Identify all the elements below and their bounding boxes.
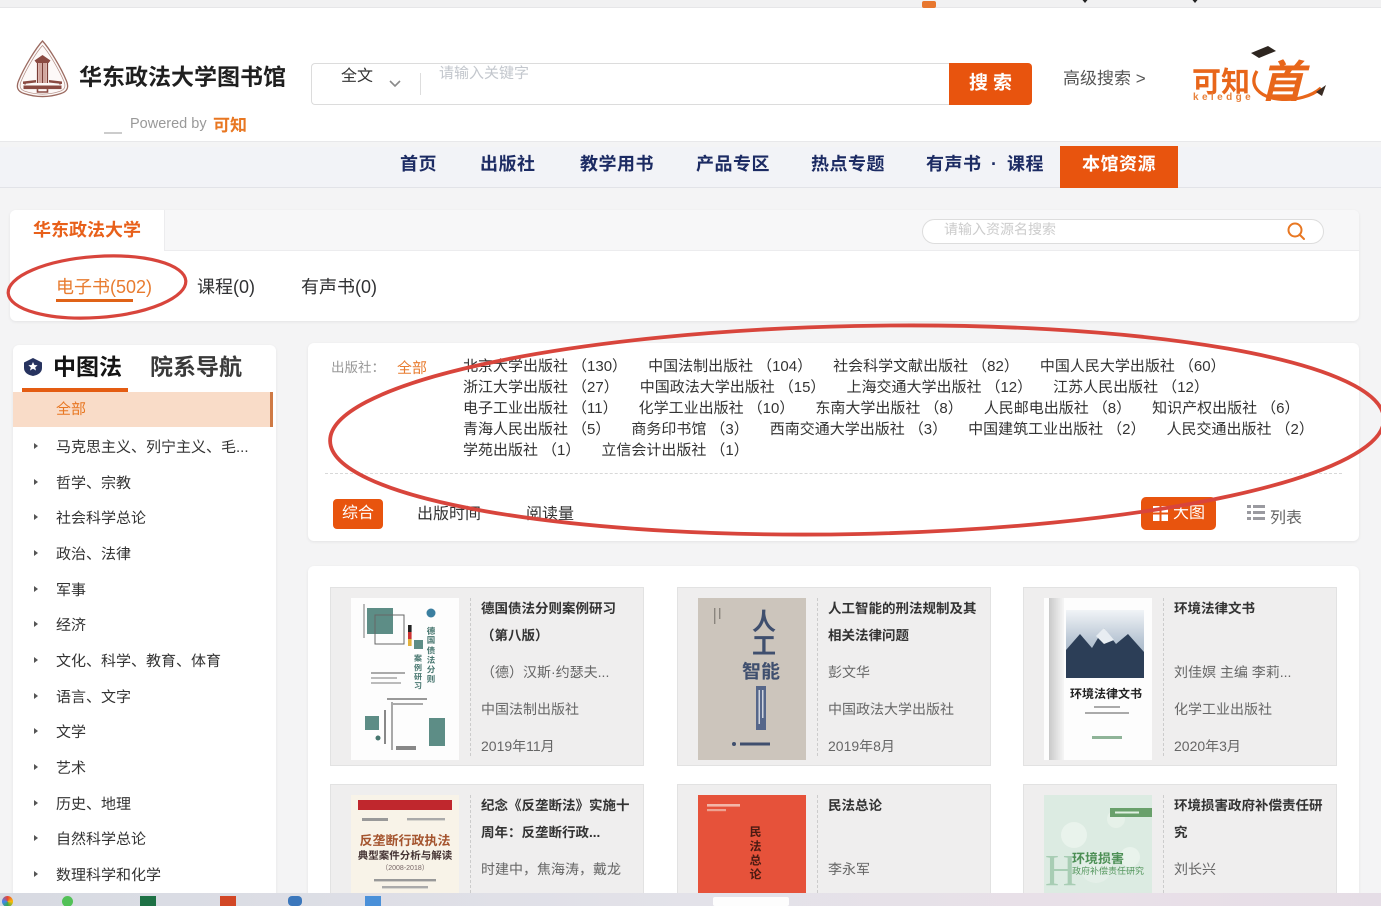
- svg-text:案例研习: 案例研习: [414, 654, 423, 690]
- svg-text:环境法律文书: 环境法律文书: [1070, 687, 1142, 701]
- svg-text:民法总论: 民法总论: [748, 825, 762, 881]
- svg-text:智能: 智能: [742, 661, 780, 683]
- svg-text:人: 人: [752, 609, 776, 636]
- svg-text:（2008-2018）: （2008-2018）: [381, 864, 428, 872]
- svg-text:典型案件分析与解读: 典型案件分析与解读: [358, 850, 453, 862]
- svg-text:环境损害: 环境损害: [1072, 851, 1124, 866]
- svg-text:政府补偿责任研究: 政府补偿责任研究: [1072, 866, 1144, 876]
- svg-text:德国债法分则: 德国债法分则: [426, 626, 436, 683]
- svg-text:工: 工: [752, 633, 776, 660]
- svg-text:反垄断行政执法: 反垄断行政执法: [359, 833, 450, 848]
